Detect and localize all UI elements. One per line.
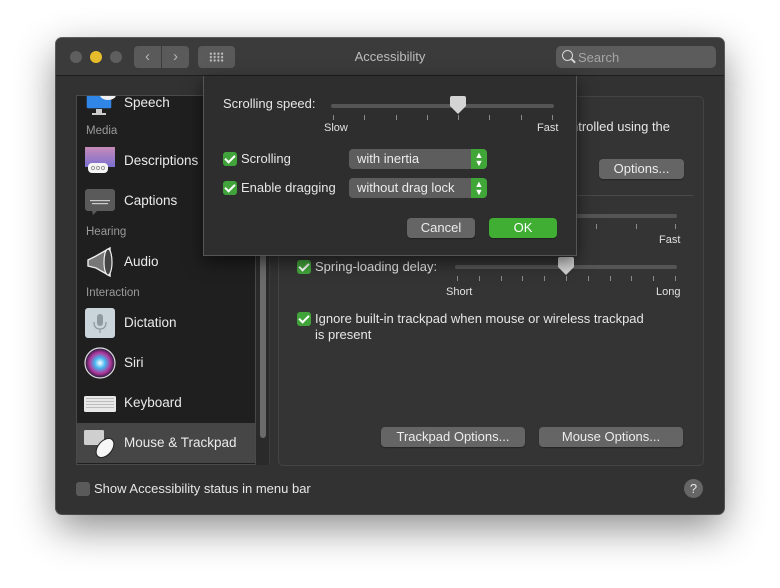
dragging-mode-popup[interactable]: without drag lock ▲ ▼ [349, 178, 487, 198]
sidebar-item-label: Siri [124, 355, 144, 370]
slider-tick [500, 276, 502, 281]
search-input[interactable] [578, 48, 710, 66]
slider-tick [635, 224, 637, 229]
slider-tick [653, 276, 655, 281]
speech-icon [85, 96, 116, 115]
spring-loading-short-label: Short [446, 286, 473, 298]
slider-tick [333, 115, 334, 120]
ignore-trackpad-label: Ignore built-in trackpad when mouse or w… [315, 311, 644, 326]
slider-tick [631, 276, 633, 281]
sidebar-section-header: Hearing [86, 226, 127, 238]
sidebar-item-label: Keyboard [124, 395, 182, 410]
slider-tick [587, 276, 589, 281]
ignore-trackpad-checkbox[interactable] [297, 312, 311, 326]
keyboard-icon [84, 396, 116, 412]
show-status-checkbox[interactable] [76, 482, 90, 496]
slider-tick [522, 276, 524, 281]
slider-tick [544, 276, 546, 281]
description-text: ntrolled using the [571, 119, 671, 134]
spring-loading-long-label: Long [656, 286, 681, 298]
slider-tick [478, 276, 480, 281]
slider-tick [596, 224, 598, 229]
slider-tick [364, 115, 366, 120]
mouse-options-sheet: Scrolling speed: Slow Fast Scrolling wit… [203, 76, 577, 256]
sidebar-item-label: Descriptions [124, 153, 199, 168]
spring-loading-slider-thumb[interactable] [558, 257, 574, 276]
scrolling-label: Scrolling [241, 151, 291, 166]
enable-dragging-label: Enable dragging [241, 180, 336, 195]
slider-tick [457, 276, 458, 281]
slider-tick [552, 115, 553, 120]
cancel-button[interactable]: Cancel [407, 218, 475, 238]
slider-tick [458, 115, 460, 120]
slider-tick [426, 115, 428, 120]
microphone-icon [85, 308, 115, 338]
ignore-trackpad-label-line2: is present [315, 327, 372, 342]
updown-chevron-icon: ▲ ▼ [471, 149, 487, 169]
sidebar-item-siri[interactable]: Siri [77, 343, 255, 383]
mouse-options-button[interactable]: Mouse Options... [539, 427, 683, 447]
mouse-trackpad-icon [84, 430, 115, 459]
scrolling-speed-fast-label: Fast [537, 122, 559, 134]
scrolling-speed-label: Scrolling speed: [223, 96, 316, 111]
sidebar-section-header: Media [86, 125, 118, 137]
slider-tick [520, 115, 522, 120]
slider-tick [395, 115, 397, 120]
scrolling-mode-popup[interactable]: with inertia ▲ ▼ [349, 149, 487, 169]
sidebar-item-label: Audio [124, 254, 159, 269]
scrolling-checkbox[interactable] [223, 152, 237, 166]
sidebar-item-mouse-trackpad[interactable]: Mouse & Trackpad [77, 423, 255, 463]
speaker-icon [87, 246, 113, 278]
siri-icon [84, 347, 116, 379]
spring-loading-label: Spring-loading delay: [315, 259, 438, 274]
title-bar: ‹ › Accessibility [56, 38, 724, 76]
slider-tick [566, 276, 567, 281]
slider-tick [675, 224, 676, 229]
scrolling-speed-slow-label: Slow [324, 122, 348, 134]
ok-button[interactable]: OK [489, 218, 557, 238]
help-icon: ? [689, 481, 698, 496]
sidebar-item-keyboard[interactable]: Keyboard [77, 383, 255, 423]
dragging-mode-value: without drag lock [357, 180, 455, 195]
sidebar-item-label: Captions [124, 193, 178, 208]
descriptions-icon [85, 147, 115, 173]
scrolling-mode-value: with inertia [357, 151, 420, 166]
scrolling-speed-slider-thumb[interactable] [450, 96, 467, 115]
search-field[interactable] [556, 46, 716, 68]
spring-loading-checkbox[interactable] [297, 260, 311, 274]
help-button[interactable]: ? [684, 479, 703, 498]
sidebar-item-label: Speech [124, 95, 170, 110]
sidebar-item-label: Mouse & Trackpad [124, 435, 237, 450]
search-icon [562, 50, 573, 61]
show-status-label: Show Accessibility status in menu bar [94, 481, 311, 496]
options-button[interactable]: Options... [599, 159, 684, 179]
enable-dragging-checkbox[interactable] [223, 181, 237, 195]
sidebar-item-dictation[interactable]: Dictation [77, 303, 255, 343]
slider-tick [489, 115, 491, 120]
slider-tick [675, 276, 676, 281]
updown-chevron-icon: ▲ ▼ [471, 178, 487, 198]
slider-tick [609, 276, 611, 281]
scrolling-speed-slider[interactable] [331, 104, 554, 108]
sidebar-section-header: Interaction [86, 287, 140, 299]
captions-icon [85, 189, 115, 215]
double-click-fast-label: Fast [659, 234, 681, 246]
sidebar-item-label: Dictation [124, 315, 177, 330]
trackpad-options-button[interactable]: Trackpad Options... [381, 427, 525, 447]
